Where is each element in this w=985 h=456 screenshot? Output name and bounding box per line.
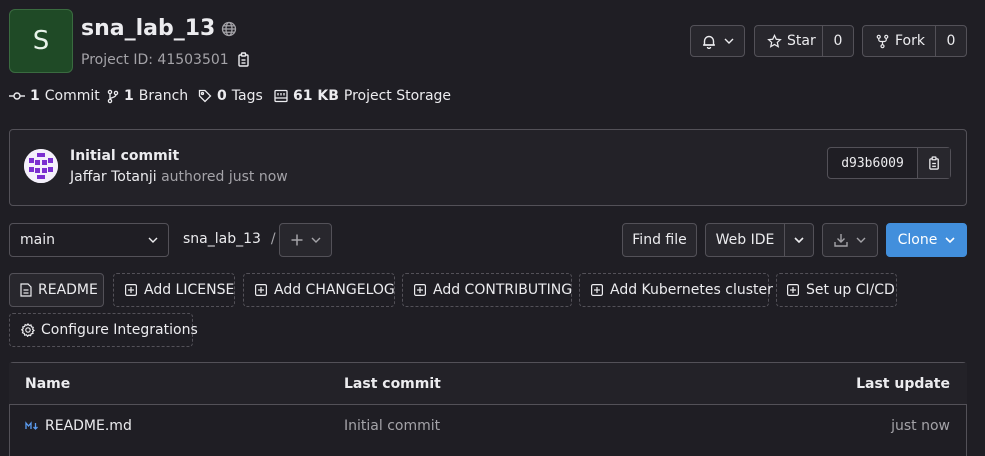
add-contributing-button[interactable]: Add CONTRIBUTING: [402, 273, 572, 307]
add-contributing-label: Add CONTRIBUTING: [433, 282, 573, 298]
chevron-down-icon: [856, 237, 866, 243]
tags-link[interactable]: 0 Tags: [198, 88, 263, 104]
branches-link[interactable]: 1 Branch: [107, 88, 188, 104]
setup-cicd-label: Set up CI/CD: [806, 282, 895, 298]
tags-count: 0: [217, 88, 227, 104]
markdown-icon: [25, 421, 39, 431]
breadcrumb: sna_lab_13 /: [183, 231, 276, 247]
add-changelog-button[interactable]: Add CHANGELOG: [243, 273, 395, 307]
commits-count: 1: [30, 88, 40, 104]
star-button[interactable]: Star 0: [754, 25, 854, 57]
branch-icon: [107, 89, 119, 104]
star-count[interactable]: 0: [823, 33, 853, 49]
clone-label: Clone: [897, 232, 938, 248]
column-name: Name: [25, 375, 71, 392]
chevron-down-icon: [945, 237, 955, 243]
table-row[interactable]: README.md Initial commit just now: [9, 406, 967, 446]
plus-square-icon: [255, 284, 267, 296]
add-kubernetes-cluster-button[interactable]: Add Kubernetes cluster: [579, 273, 773, 307]
project-name[interactable]: sna_lab_13: [81, 16, 215, 41]
branch-selector-label: main: [20, 232, 55, 248]
clone-button[interactable]: Clone: [886, 223, 967, 257]
breadcrumb-project[interactable]: sna_lab_13: [183, 231, 261, 247]
readme-button[interactable]: README: [9, 273, 104, 307]
branch-selector[interactable]: main: [9, 223, 169, 257]
download-icon: [834, 233, 848, 247]
web-ide-button[interactable]: Web IDE: [705, 223, 814, 257]
tag-icon: [198, 89, 212, 103]
column-last-commit: Last commit: [344, 375, 441, 392]
breadcrumb-separator: /: [270, 231, 276, 247]
commit-icon: [9, 91, 25, 101]
plus-square-icon: [414, 284, 426, 296]
copy-icon[interactable]: [237, 52, 251, 68]
fork-label: Fork: [895, 33, 925, 49]
project-title: sna_lab_13: [81, 16, 237, 41]
branches-label: Branch: [138, 88, 189, 104]
branches-count: 1: [124, 88, 134, 104]
chevron-down-icon: [148, 237, 158, 243]
fork-icon: [875, 34, 890, 49]
author-avatar[interactable]: [24, 149, 58, 183]
storage-icon: [274, 89, 288, 103]
storage-link[interactable]: 61 KB Project Storage: [274, 88, 451, 104]
storage-size: 61 KB: [293, 88, 339, 104]
tags-label: Tags: [231, 88, 263, 104]
column-last-update: Last update: [856, 375, 950, 392]
commit-meta: Jaffar Totanji authored just now: [70, 169, 288, 185]
star-label: Star: [787, 33, 816, 49]
last-commit-panel: Initial commit Jaffar Totanji authored j…: [9, 129, 967, 206]
add-changelog-label: Add CHANGELOG: [274, 282, 395, 298]
storage-label: Project Storage: [343, 88, 452, 104]
file-name[interactable]: README.md: [45, 418, 132, 434]
commit-sha[interactable]: d93b6009: [828, 148, 918, 178]
file-table-header: Name Last commit Last update: [9, 363, 967, 405]
project-id: Project ID: 41503501: [81, 52, 251, 68]
globe-icon: [221, 21, 237, 37]
add-license-button[interactable]: Add LICENSE: [113, 273, 235, 307]
commit-authored-time: authored just now: [161, 169, 288, 185]
chevron-down-icon[interactable]: [785, 237, 813, 243]
add-to-tree-dropdown[interactable]: [279, 223, 332, 257]
commits-label: Commit: [44, 88, 100, 104]
project-id-label: Project ID: 41503501: [81, 52, 229, 68]
commit-author[interactable]: Jaffar Totanji: [70, 169, 157, 185]
star-icon: [767, 33, 782, 49]
plus-square-icon: [591, 284, 603, 296]
bell-icon: [702, 34, 716, 49]
find-file-label: Find file: [632, 232, 687, 248]
configure-integrations-label: Configure Integrations: [41, 322, 198, 338]
commits-link[interactable]: 1 Commit: [9, 88, 100, 104]
plus-square-icon: [787, 284, 799, 296]
commit-title[interactable]: Initial commit: [70, 148, 179, 164]
plus-icon: [291, 234, 303, 246]
fork-button[interactable]: Fork 0: [862, 25, 967, 57]
notification-dropdown[interactable]: [690, 25, 745, 57]
setup-cicd-button[interactable]: Set up CI/CD: [776, 273, 897, 307]
web-ide-label: Web IDE: [706, 224, 785, 256]
chevron-down-icon: [724, 38, 734, 44]
chevron-down-icon: [311, 237, 321, 243]
copy-sha-icon[interactable]: [918, 148, 950, 178]
fork-count[interactable]: 0: [936, 33, 966, 49]
file-last-commit[interactable]: Initial commit: [344, 418, 440, 434]
configure-integrations-button[interactable]: Configure Integrations: [9, 313, 198, 347]
project-avatar[interactable]: S: [9, 9, 73, 73]
file-last-update: just now: [891, 418, 950, 434]
readme-label: README: [38, 282, 98, 298]
add-kubernetes-cluster-label: Add Kubernetes cluster: [610, 282, 773, 298]
gear-icon: [21, 323, 35, 337]
project-avatar-letter: S: [32, 26, 50, 56]
find-file-button[interactable]: Find file: [622, 223, 697, 257]
add-license-label: Add LICENSE: [144, 282, 235, 298]
commit-sha-group: d93b6009: [827, 147, 951, 179]
file-icon: [20, 283, 32, 297]
plus-square-icon: [125, 284, 137, 296]
download-dropdown[interactable]: [822, 223, 878, 257]
